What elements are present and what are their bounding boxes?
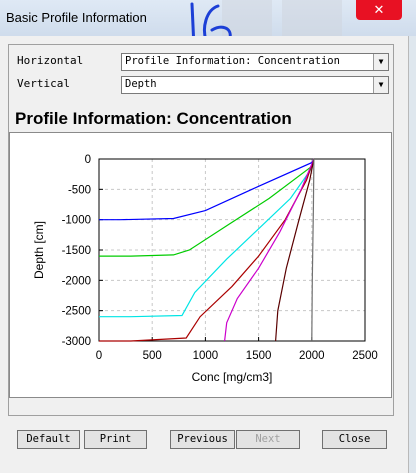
y-tick-label: -1500: [62, 245, 91, 257]
previous-button[interactable]: Previous: [170, 430, 235, 449]
y-tick-label: -3000: [62, 336, 91, 348]
x-tick-label: 1000: [193, 350, 219, 362]
chevron-down-icon[interactable]: ▼: [373, 54, 388, 70]
x-tick-label: 2000: [299, 350, 325, 362]
window-close-button[interactable]: ✕: [356, 0, 402, 20]
x-tick-label: 1500: [246, 350, 272, 362]
close-icon: ✕: [373, 2, 385, 17]
print-button[interactable]: Print: [84, 430, 147, 449]
profile-chart: 0 500 1000 1500 2000 2500 0 -500 -1000 -1500 -2000…: [32, 154, 378, 384]
vertical-select-value: Depth: [125, 78, 157, 90]
close-button[interactable]: Close: [322, 430, 387, 449]
y-tick-label: -500: [68, 184, 91, 196]
background-window-strip: [282, 0, 342, 36]
y-tick-label: 0: [85, 154, 91, 166]
window-titlebar: Basic Profile Information 16 ✕: [0, 0, 416, 50]
next-button[interactable]: Next: [236, 430, 300, 449]
x-tick-label: 0: [96, 350, 102, 362]
y-tick-label: -2500: [62, 306, 91, 318]
x-tick-label: 500: [143, 350, 162, 362]
x-tick-label: 2500: [352, 350, 378, 362]
horizontal-select-value: Profile Information: Concentration: [125, 55, 340, 67]
plot-area: 0 500 1000 1500 2000 2500 0 -500 -1000 -1500 -2000…: [9, 132, 392, 398]
vertical-label: Vertical: [17, 77, 70, 90]
chevron-down-icon[interactable]: ▼: [373, 77, 388, 93]
y-tick-label: -2000: [62, 275, 91, 287]
horizontal-label: Horizontal: [17, 54, 84, 67]
window-title: Basic Profile Information: [6, 10, 147, 25]
y-axis-label: Depth [cm]: [32, 221, 46, 279]
horizontal-select[interactable]: Profile Information: Concentration ▼: [121, 53, 389, 71]
x-axis-label: Conc [mg/cm3]: [192, 370, 273, 384]
plot-title: Profile Information: Concentration: [15, 109, 292, 128]
y-tick-label: -1000: [62, 215, 91, 227]
background-edge: [409, 36, 416, 473]
default-button[interactable]: Default: [17, 430, 80, 449]
vertical-select[interactable]: Depth ▼: [121, 76, 389, 94]
